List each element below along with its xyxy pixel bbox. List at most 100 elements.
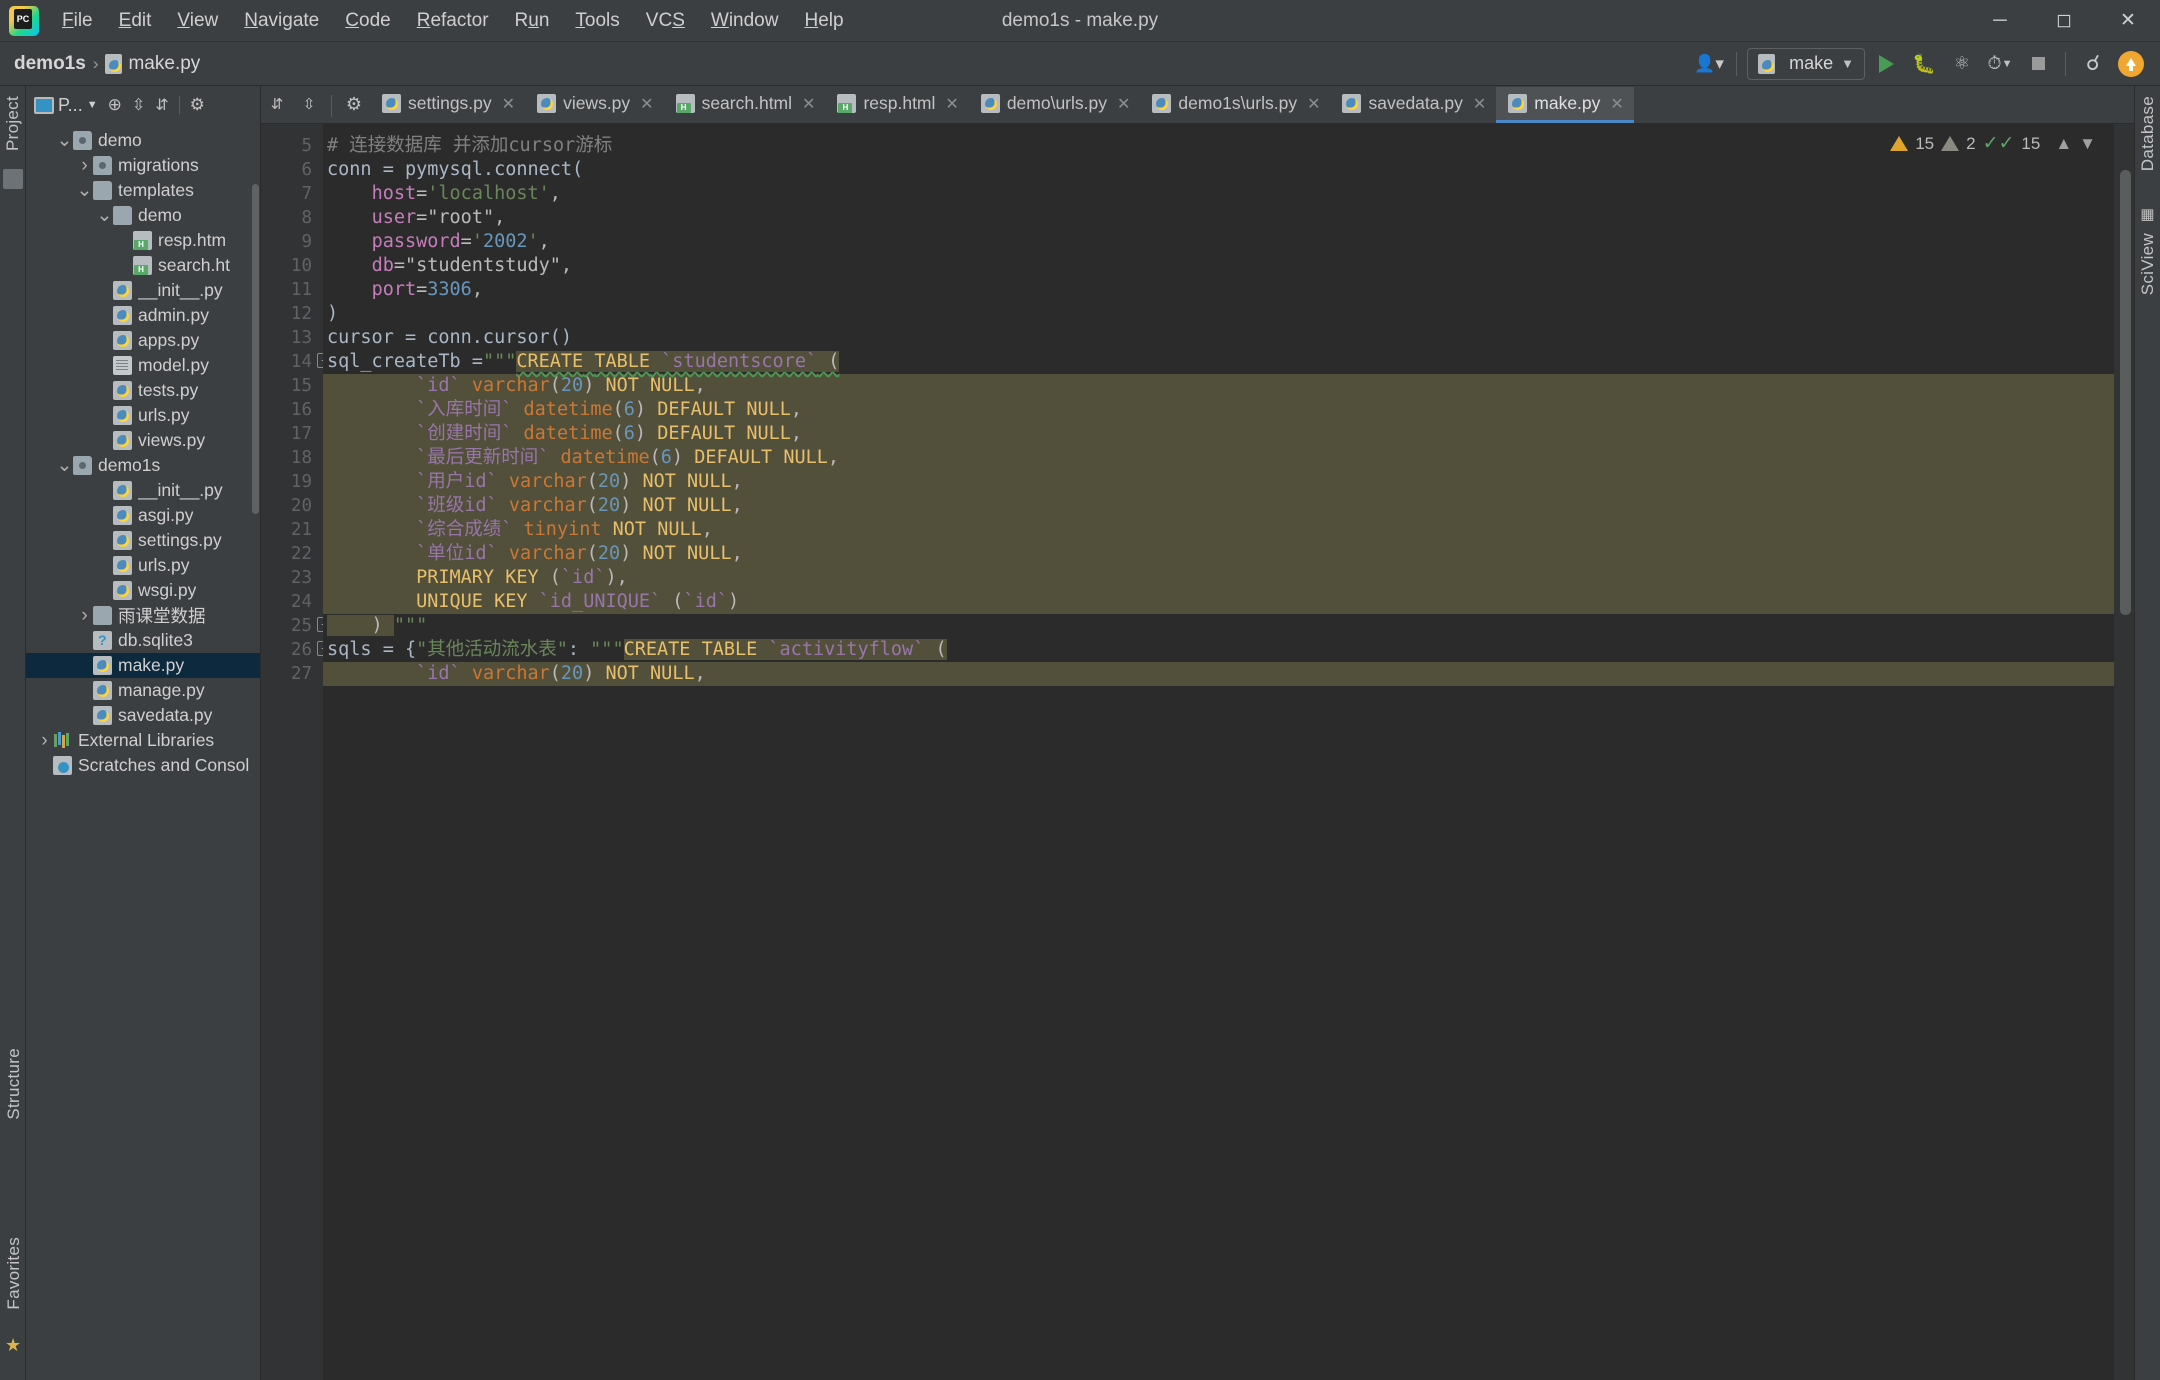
menu-edit[interactable]: Edit <box>106 4 165 38</box>
code-line[interactable]: `用户id` varchar(20) NOT NULL, <box>323 470 2134 494</box>
tree-item[interactable]: admin.py <box>26 303 260 328</box>
tool-button-favorites[interactable]: Favorites <box>4 1227 24 1320</box>
close-icon[interactable]: ✕ <box>1307 94 1320 114</box>
code-line[interactable]: cursor = conn.cursor() <box>323 326 2134 350</box>
editor-tab[interactable]: settings.py ✕ <box>370 87 525 123</box>
menu-vcs[interactable]: VCS <box>633 4 698 38</box>
search-icon[interactable]: ☌ <box>2076 47 2110 81</box>
tree-item[interactable]: manage.py <box>26 678 260 703</box>
editor-tab[interactable]: demo\urls.py ✕ <box>969 87 1141 123</box>
commit-icon[interactable] <box>2 169 23 190</box>
tree-item[interactable]: urls.py <box>26 403 260 428</box>
maximize-button[interactable]: ◻ <box>2032 0 2096 42</box>
code-line[interactable]: db="studentstudy", <box>323 254 2134 278</box>
close-icon[interactable]: ✕ <box>1117 94 1130 114</box>
editor-tabs[interactable]: settings.py✕views.py✕search.html✕resp.ht… <box>370 87 2134 123</box>
code-content[interactable]: # 连接数据库 并添加cursor游标 conn = pymysql.connec… <box>323 124 2134 1380</box>
tree-item[interactable]: model.py <box>26 353 260 378</box>
tree-item[interactable]: apps.py <box>26 328 260 353</box>
editor-tab[interactable]: resp.html ✕ <box>825 87 968 123</box>
code-line[interactable]: sql_createTb ="""CREATE TABLE `studentsc… <box>323 350 2134 374</box>
stop-button[interactable] <box>2021 47 2055 81</box>
tree-item[interactable]: › External Libraries <box>26 728 260 753</box>
tree-item[interactable]: Scratches and Consol <box>26 753 260 778</box>
user-accounts-icon[interactable]: 👤▾ <box>1692 47 1726 81</box>
code-line[interactable]: `单位id` varchar(20) NOT NULL, <box>323 542 2134 566</box>
tree-item[interactable]: settings.py <box>26 528 260 553</box>
chevron-down-icon[interactable]: ⌄ <box>96 204 113 227</box>
menu-refactor[interactable]: Refactor <box>404 4 502 38</box>
close-icon[interactable]: ✕ <box>1473 94 1486 114</box>
profile-button[interactable]: ⏱ ▼ <box>1983 47 2017 81</box>
menu-view[interactable]: View <box>164 4 231 38</box>
menu-code[interactable]: Code <box>332 4 403 38</box>
menu-help[interactable]: Help <box>791 4 856 38</box>
tree-item[interactable]: make.py <box>26 653 260 678</box>
code-line[interactable]: port=3306, <box>323 278 2134 302</box>
close-button[interactable]: ✕ <box>2096 0 2160 42</box>
code-line[interactable]: password='2002', <box>323 230 2134 254</box>
editor-scrollbar[interactable] <box>2120 170 2131 615</box>
expand-collapse-icon[interactable]: ⇳ <box>293 88 325 120</box>
chevron-right-icon[interactable]: › <box>76 155 93 177</box>
chevron-down-icon[interactable]: ⌄ <box>56 454 73 477</box>
code-line[interactable]: `id` varchar(20) NOT NULL, <box>323 662 2134 686</box>
close-icon[interactable]: ✕ <box>945 94 958 114</box>
tool-button-project[interactable]: Project <box>3 86 23 161</box>
run-configuration-selector[interactable]: make ▼ <box>1747 47 1865 80</box>
breadcrumb-project[interactable]: demo1s <box>14 53 86 75</box>
tool-button-structure[interactable]: Structure <box>4 1038 24 1130</box>
code-line[interactable]: `创建时间` datetime(6) DEFAULT NULL, <box>323 422 2134 446</box>
tree-item[interactable]: __init__.py <box>26 478 260 503</box>
expand-all-icon[interactable]: ⇳ <box>132 95 145 115</box>
tree-item[interactable]: resp.htm <box>26 228 260 253</box>
menu-navigate[interactable]: Navigate <box>231 4 332 38</box>
code-line[interactable]: `班级id` varchar(20) NOT NULL, <box>323 494 2134 518</box>
select-opened-file-icon[interactable]: ⇵ <box>261 88 293 120</box>
code-line[interactable]: `入库时间` datetime(6) DEFAULT NULL, <box>323 398 2134 422</box>
project-view-selector[interactable]: P... ▼ <box>34 95 98 116</box>
tree-item[interactable]: views.py <box>26 428 260 453</box>
code-line[interactable]: user="root", <box>323 206 2134 230</box>
next-problem-icon[interactable]: ▼ <box>2079 134 2096 154</box>
tree-item[interactable]: db.sqlite3 <box>26 628 260 653</box>
tree-item[interactable]: savedata.py <box>26 703 260 728</box>
update-project-icon[interactable] <box>2114 47 2148 81</box>
run-button[interactable] <box>1869 47 1903 81</box>
code-line[interactable]: conn = pymysql.connect( <box>323 158 2134 182</box>
editor-tab[interactable]: search.html ✕ <box>664 87 826 123</box>
chevron-down-icon[interactable]: ⌄ <box>76 179 93 202</box>
code-line[interactable]: ) """ <box>323 614 2134 638</box>
collapse-all-icon[interactable]: ⇵ <box>155 95 168 115</box>
editor-tab[interactable]: views.py ✕ <box>525 87 664 123</box>
close-icon[interactable]: ✕ <box>802 94 815 114</box>
prev-problem-icon[interactable]: ▲ <box>2055 134 2072 154</box>
tree-item[interactable]: › migrations <box>26 153 260 178</box>
run-with-coverage-button[interactable]: ⚛ <box>1945 47 1979 81</box>
tool-button-database[interactable]: Database <box>2138 86 2158 181</box>
locate-icon[interactable]: ⊕ <box>108 95 122 115</box>
tree-item[interactable]: tests.py <box>26 378 260 403</box>
tree-item[interactable]: ⌄ demo <box>26 128 260 153</box>
editor-tab[interactable]: demo1s\urls.py ✕ <box>1140 87 1330 123</box>
editor-tab[interactable]: savedata.py ✕ <box>1330 87 1496 123</box>
tree-item[interactable]: search.ht <box>26 253 260 278</box>
tree-item[interactable]: ⌄ templates <box>26 178 260 203</box>
close-icon[interactable]: ✕ <box>502 94 515 114</box>
gear-icon[interactable]: ⚙ <box>190 95 205 115</box>
editor-tab[interactable]: make.py ✕ <box>1496 87 1634 123</box>
tree-item[interactable]: urls.py <box>26 553 260 578</box>
minimize-button[interactable]: ─ <box>1968 0 2032 42</box>
code-line[interactable]: ) <box>323 302 2134 326</box>
tree-item[interactable]: __init__.py <box>26 278 260 303</box>
code-line[interactable]: sqls = {"其他活动流水表": """CREATE TABLE `acti… <box>323 638 2134 662</box>
error-stripe[interactable] <box>2114 124 2134 1380</box>
menu-tools[interactable]: Tools <box>562 4 632 38</box>
tree-item[interactable]: asgi.py <box>26 503 260 528</box>
inspection-widget[interactable]: 15 2 ✓✓ 15 ▲ ▼ <box>1890 132 2096 155</box>
code-line[interactable]: # 连接数据库 并添加cursor游标 <box>323 134 2134 158</box>
close-icon[interactable]: ✕ <box>640 94 653 114</box>
chevron-down-icon[interactable]: ⌄ <box>56 129 73 152</box>
code-line[interactable]: `综合成绩` tinyint NOT NULL, <box>323 518 2134 542</box>
tool-button-sciview[interactable]: SciView <box>2138 223 2158 305</box>
